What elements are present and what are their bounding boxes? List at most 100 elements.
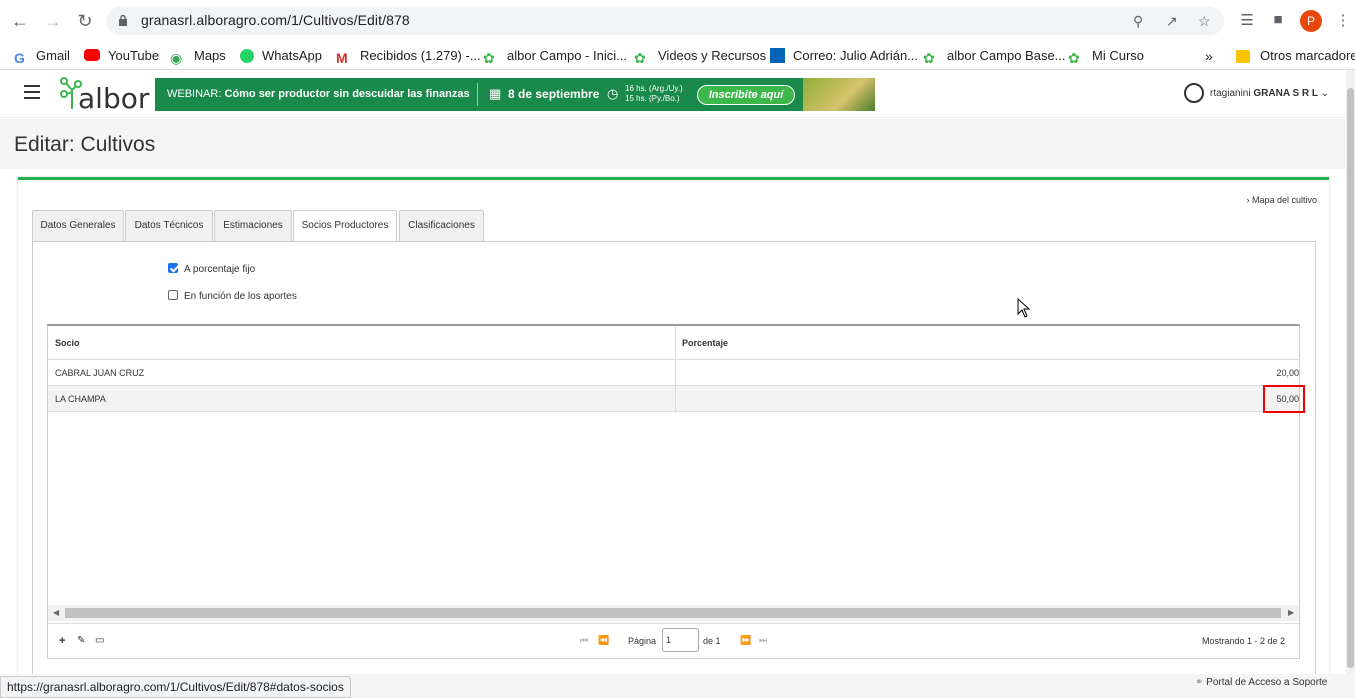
tab-clasificaciones[interactable]: Clasificaciones [399,210,484,241]
bookmark-gmail[interactable]: G Gmail [14,46,70,66]
page-number-input[interactable]: 1 [662,628,699,652]
share-icon[interactable]: ↗ [1166,13,1184,29]
grid-scrollbar-thumb[interactable] [65,608,1281,618]
grid-pager: + ✎ ▭ ⏮ ⏪ Página 1 de 1 ⏩ ⏭ Mostrando 1 … [48,623,1299,659]
next-page-icon[interactable]: ⏩ [740,635,751,646]
tab-body: A porcentaje fijo En función de los apor… [32,241,1316,675]
tab-datos-tecnicos[interactable]: Datos Técnicos [125,210,213,241]
last-page-icon[interactable]: ⏭ [759,635,767,646]
table-row[interactable]: CABRAL JUAN CRUZ 20,00 [48,360,1299,386]
fixed-percentage-checkbox[interactable] [168,263,178,273]
tab-socios-productores[interactable]: Socios Productores [293,210,397,242]
cell-socio: LA CHAMPA [55,394,106,404]
option-fixed-percentage[interactable]: A porcentaje fijo [168,263,255,279]
profile-avatar[interactable]: P [1300,10,1322,32]
column-header-porcentaje[interactable]: Porcentaje [675,326,728,360]
grid-header: Socio Porcentaje [48,326,1299,360]
calendar-icon: ▦ [489,86,502,101]
bookmark-whatsapp[interactable]: WhatsApp [240,46,322,66]
star-icon[interactable]: ☆ [1198,13,1216,29]
reload-icon[interactable]: ↻ [73,9,97,33]
maps-icon: ◉ [170,50,183,66]
table-row[interactable]: LA CHAMPA 50,00 [48,386,1299,412]
bookmark-mi-curso[interactable]: ✿ Mi Curso [1068,46,1144,66]
edit-icon[interactable]: ✎ [77,635,85,646]
banner-time-py: 15 hs. (Py./Bo.) [625,94,680,103]
support-link[interactable]: ⚭ Portal de Acceso a Soporte [1195,676,1327,690]
albor-logo[interactable]: albor [58,76,150,115]
banner-time-arg: 16 hs. (Arg./Uy.) [625,84,683,93]
bookmark-albor-base[interactable]: ✿ albor Campo Base... [923,46,1066,66]
option-by-contributions[interactable]: En función de los aportes [168,290,297,306]
page-title: Editar: Cultivos [14,133,156,156]
chevron-right-icon: › [1246,195,1250,205]
scroll-right-icon[interactable]: ▶ [1288,608,1294,617]
logo-text: albor [78,82,150,115]
gmail-m-icon: M [336,50,348,66]
bookmark-videos[interactable]: ✿ Videos y Recursos [634,46,766,66]
youtube-icon [84,49,100,61]
page-title-band: Editar: Cultivos [0,119,1345,169]
bookmark-albor-campo[interactable]: ✿ albor Campo - Inici... [483,46,627,66]
user-avatar-icon [1184,83,1204,104]
delete-icon[interactable]: ▭ [95,635,104,646]
first-page-icon[interactable]: ⏮ [580,635,588,646]
chevron-down-icon: ⌄ [1320,88,1330,99]
bookmark-maps[interactable]: ◉ Maps [170,46,226,66]
back-icon[interactable]: ← [8,9,32,33]
address-bar[interactable]: granasrl.alboragro.com/1/Cultivos/Edit/8… [106,7,1224,35]
socios-grid: Socio Porcentaje CABRAL JUAN CRUZ 20,00 … [47,324,1305,659]
albor-icon: ✿ [634,50,646,66]
headset-icon: ⚭ [1195,677,1204,688]
whatsapp-icon [240,49,254,63]
banner-photo [803,78,875,111]
app-header: albor WEBINAR: Cómo ser productor sin de… [0,70,1345,118]
column-header-socio[interactable]: Socio [48,326,80,360]
bookmark-recibidos[interactable]: M Recibidos (1.279) -... [336,46,481,66]
tab-estimaciones[interactable]: Estimaciones [214,210,292,241]
folder-icon [1236,50,1250,63]
other-bookmarks[interactable]: Otros marcadores [1236,46,1355,66]
zoom-icon[interactable]: ⚲ [1133,13,1151,29]
column-divider [675,326,676,413]
media-icon[interactable]: ☰ [1237,11,1257,31]
status-bar-url: https://granasrl.alboragro.com/1/Cultivo… [0,676,351,698]
record-count: Mostrando 1 - 2 de 2 [1202,636,1286,646]
outlook-icon [770,48,785,63]
albor-icon: ✿ [923,50,935,66]
gmail-icon: G [14,50,25,66]
albor-icon: ✿ [483,50,495,66]
content-panel: › Mapa del cultivo Datos Generales Datos… [18,177,1329,675]
map-link[interactable]: › Mapa del cultivo [1246,195,1317,205]
forward-icon[interactable]: → [41,9,65,33]
grid-horizontal-scrollbar[interactable]: ◀ ▶ [48,605,1299,621]
page-count: de 1 [703,636,721,646]
banner-signup-button[interactable]: Inscribite aquí [697,85,795,105]
prev-page-icon[interactable]: ⏪ [598,635,609,646]
menu-dots-icon[interactable]: ⋮ [1333,11,1353,31]
highlight-box [1263,385,1305,413]
url-text: granasrl.alboragro.com/1/Cultivos/Edit/8… [141,12,410,28]
page-label: Página [628,636,657,646]
page-scrollbar-thumb[interactable] [1347,88,1354,668]
lock-icon [119,14,127,26]
hamburger-menu-icon[interactable] [24,85,40,99]
clock-icon: ◷ [607,86,619,101]
browser-toolbar: ← → ↻ granasrl.alboragro.com/1/Cultivos/… [0,0,1355,42]
webinar-banner[interactable]: WEBINAR: Cómo ser productor sin descuida… [155,78,875,111]
scroll-left-icon[interactable]: ◀ [53,608,59,617]
sidepanel-icon[interactable]: ■ [1268,11,1288,31]
tab-datos-generales[interactable]: Datos Generales [32,210,124,241]
bookmarks-overflow-button[interactable]: » [1205,46,1213,66]
banner-text: WEBINAR: Cómo ser productor sin descuida… [167,88,470,100]
banner-divider [477,83,478,106]
bookmark-correo[interactable]: Correo: Julio Adrián... [770,46,918,66]
cell-porcentaje[interactable]: 20,00 [1276,360,1299,386]
add-icon[interactable]: + [59,635,65,647]
bookmarks-bar: G Gmail YouTube ◉ Maps WhatsApp M Recibidos… [0,42,1355,70]
by-contributions-checkbox[interactable] [168,290,178,300]
bookmark-youtube[interactable]: YouTube [84,46,159,66]
banner-date: 8 de septiembre [508,87,600,101]
user-menu[interactable]: rtagianini GRANA S R L ⌄ [1184,82,1329,106]
page-scrollbar[interactable] [1346,70,1355,674]
